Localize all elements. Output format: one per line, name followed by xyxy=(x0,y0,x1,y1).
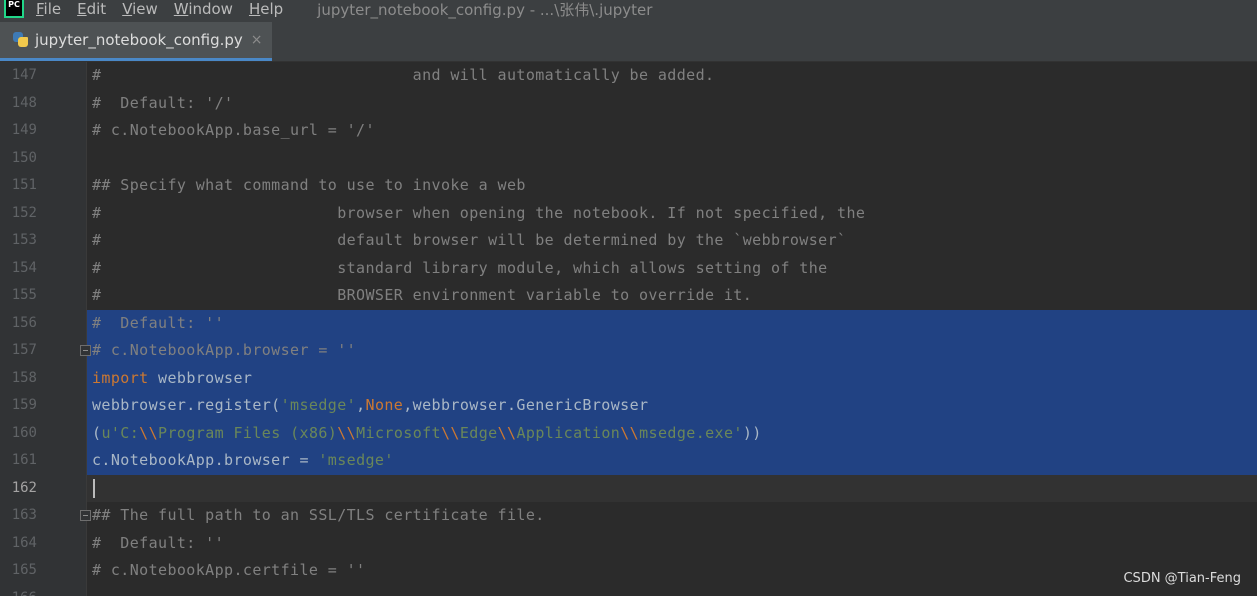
editor-tab[interactable]: jupyter_notebook_config.py × xyxy=(0,22,272,61)
line-number: 160 xyxy=(11,424,37,441)
code-token: webbrowser xyxy=(148,368,253,387)
code-line[interactable]: # and will automatically be added. xyxy=(92,62,714,90)
code-line[interactable]: # Default: '/' xyxy=(92,90,233,118)
code-line[interactable]: # c.NotebookApp.certfile = '' xyxy=(92,557,366,585)
menu-file[interactable]: File xyxy=(36,0,61,18)
line-number: 149 xyxy=(11,122,37,138)
code-token: , xyxy=(356,396,366,414)
line-number: 157 xyxy=(11,342,37,358)
code-line[interactable]: # c.NotebookApp.base_url = '/' xyxy=(92,117,375,145)
editor-tab-bar: jupyter_notebook_config.py × xyxy=(0,22,1257,62)
code-line[interactable]: # BROWSER environment variable to overri… xyxy=(92,282,752,310)
text-caret xyxy=(93,478,95,498)
line-number: 147 xyxy=(11,67,37,83)
line-number: 159 xyxy=(11,397,37,413)
tab-filename: jupyter_notebook_config.py xyxy=(35,31,243,49)
code-token: # Default: '/' xyxy=(92,93,234,112)
fold-toggle-icon[interactable] xyxy=(80,510,91,521)
pycharm-logo-icon: PC xyxy=(4,0,24,18)
code-line[interactable]: # Default: '' xyxy=(92,530,224,558)
code-token: 'msedge' xyxy=(318,451,394,469)
code-token: \\ xyxy=(337,423,357,442)
menu-window[interactable]: Window xyxy=(174,0,233,18)
line-number: 153 xyxy=(11,232,37,248)
line-number: 164 xyxy=(11,534,37,551)
code-token: 'msedge' xyxy=(280,396,357,414)
code-token: msedge.exe' xyxy=(639,423,743,442)
code-line[interactable]: # c.NotebookApp.browser = '' xyxy=(92,337,356,365)
line-number: 154 xyxy=(11,259,37,276)
line-number: 156 xyxy=(11,314,37,331)
code-token: \\ xyxy=(139,423,159,442)
code-line[interactable]: ## The full path to an SSL/TLS certifica… xyxy=(92,502,545,530)
code-token: u'C: xyxy=(101,423,140,442)
line-number: 158 xyxy=(11,369,37,386)
menu-edit[interactable]: Edit xyxy=(77,0,106,18)
code-line[interactable]: (u'C:\\Program Files (x86)\\Microsoft\\E… xyxy=(92,420,762,448)
line-number: 152 xyxy=(11,204,37,221)
code-line[interactable]: # default browser will be determined by … xyxy=(92,227,846,255)
window-title: jupyter_notebook_config.py - ...\张伟\.jup… xyxy=(317,0,653,19)
line-number: 148 xyxy=(11,94,37,111)
code-token: Program Files (x86) xyxy=(158,423,338,442)
code-token: Application xyxy=(516,423,621,442)
code-token: ,webbrowser.GenericBrowser xyxy=(403,396,649,414)
code-line[interactable]: # standard library module, which allows … xyxy=(92,255,828,283)
code-token: # BROWSER environment variable to overri… xyxy=(92,286,753,304)
code-token: \\ xyxy=(441,423,460,442)
menu-bar: PC File Edit View Window Help jupyter_no… xyxy=(0,0,1257,22)
code-line[interactable]: # Default: '' xyxy=(92,310,224,338)
code-token: \\ xyxy=(497,423,517,442)
code-token: \\ xyxy=(620,423,640,442)
close-icon[interactable]: × xyxy=(251,32,263,48)
code-token: # c.NotebookApp.browser = '' xyxy=(92,341,357,359)
code-line[interactable]: c.NotebookApp.browser = 'msedge' xyxy=(92,447,394,475)
code-token: import xyxy=(92,368,149,387)
code-token: Microsoft xyxy=(356,423,441,442)
python-file-icon xyxy=(12,31,30,49)
app-logo-text: PC xyxy=(8,0,20,9)
line-number: 165 xyxy=(11,562,37,578)
line-number: 163 xyxy=(11,507,37,523)
line-number: 161 xyxy=(11,452,37,468)
code-token: # c.NotebookApp.certfile = '' xyxy=(92,561,366,579)
code-token: )) xyxy=(742,423,762,442)
code-token: # standard library module, which allows … xyxy=(92,258,828,277)
menu-help[interactable]: Help xyxy=(249,0,283,18)
code-token: # default browser will be determined by … xyxy=(92,231,847,249)
line-number: 166 xyxy=(0,585,37,596)
line-number: 162 xyxy=(11,479,37,496)
line-number: 155 xyxy=(11,287,37,303)
menu-view[interactable]: View xyxy=(122,0,158,18)
code-token: # browser when opening the notebook. If … xyxy=(92,203,866,222)
code-token: # Default: '' xyxy=(92,533,225,552)
code-token: Edge xyxy=(459,423,498,442)
code-line[interactable]: # browser when opening the notebook. If … xyxy=(92,200,865,228)
code-line[interactable]: ## Specify what command to use to invoke… xyxy=(92,172,526,200)
code-token: ## The full path to an SSL/TLS certifica… xyxy=(92,506,545,524)
fold-toggle-icon[interactable] xyxy=(80,345,91,356)
line-number: 151 xyxy=(11,177,37,193)
code-line[interactable]: webbrowser.register('msedge',None,webbro… xyxy=(92,392,648,420)
code-token: # Default: '' xyxy=(92,313,225,332)
code-line[interactable]: import webbrowser xyxy=(92,365,252,393)
current-line-highlight xyxy=(87,474,1257,502)
watermark: CSDN @Tian-Feng xyxy=(1123,571,1241,586)
code-token: None xyxy=(365,396,404,414)
code-token: webbrowser.register( xyxy=(92,396,281,414)
code-token: # c.NotebookApp.base_url = '/' xyxy=(92,121,375,139)
line-number: 150 xyxy=(11,149,37,166)
code-editor[interactable]: 147 # and will automatically be added. 148… xyxy=(0,62,1257,596)
code-token: # and will automatically be added. xyxy=(92,66,715,84)
code-token: c.NotebookApp.browser = xyxy=(92,451,319,469)
code-token: ## Specify what command to use to invoke… xyxy=(92,176,526,194)
